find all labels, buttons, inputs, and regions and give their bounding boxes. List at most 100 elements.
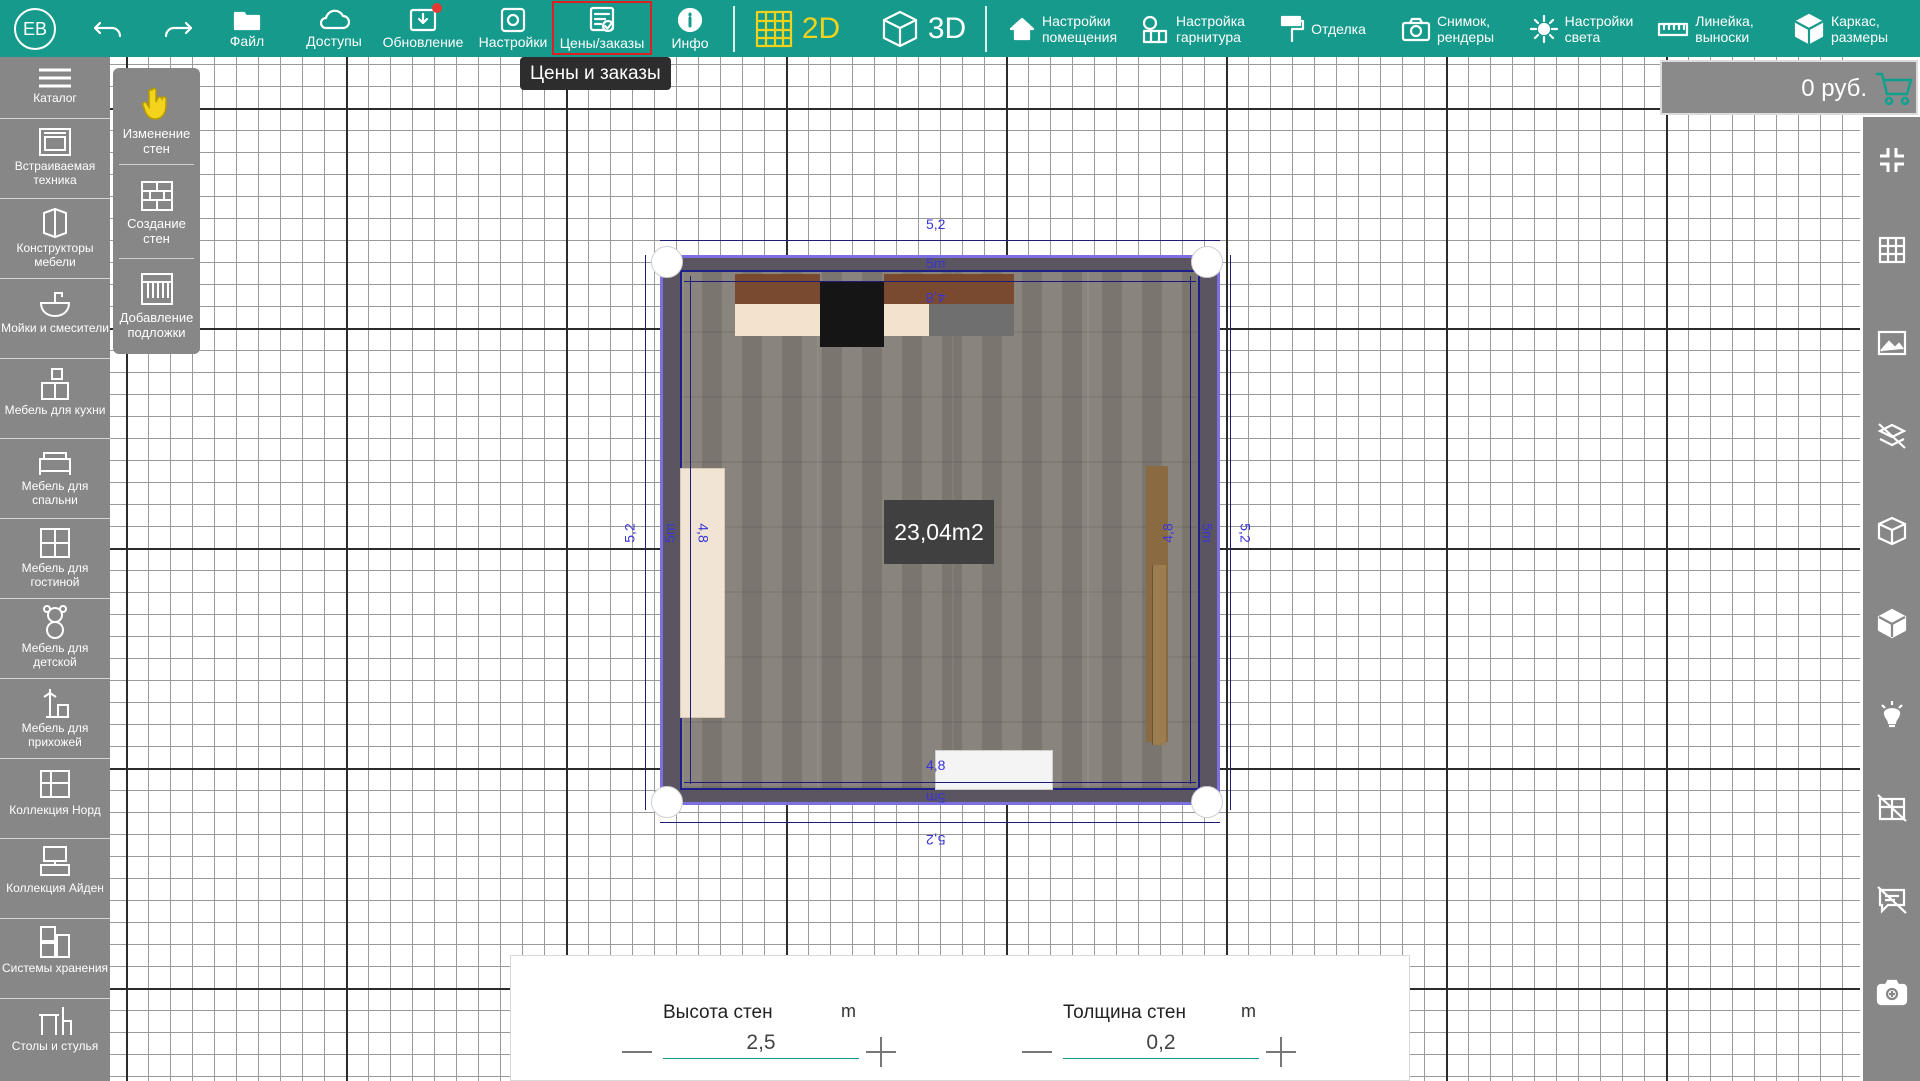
sidebar-item-label: Столы и стулья: [11, 1039, 99, 1053]
wall-height-decrease-button[interactable]: [619, 1034, 655, 1070]
sidebar-item-kids-furniture[interactable]: Мебель для детской: [0, 599, 110, 679]
sidebar-item-storage-systems[interactable]: Системы хранения: [0, 919, 110, 999]
dimension-inner-top: 4,8: [926, 290, 946, 306]
sidebar-item-nord-collection[interactable]: Коллекция Норд: [0, 759, 110, 839]
settings-button[interactable]: Настройки: [476, 0, 550, 57]
update-label: Обновление: [382, 34, 464, 50]
undo-button[interactable]: [88, 0, 128, 57]
kitchen-cabinet[interactable]: [735, 304, 820, 336]
mode-3d-button[interactable]: 3D: [878, 0, 968, 57]
sink-icon: [39, 292, 71, 318]
sidebar-item-label: Мебель для кухни: [4, 403, 106, 417]
wall-height-increase-button[interactable]: [863, 1034, 899, 1070]
home-icon: [1009, 17, 1035, 40]
hide-comments-button[interactable]: [1863, 877, 1920, 923]
inner-top-dimension-line: [684, 281, 1196, 282]
sidebar-item-furniture-builders[interactable]: Конструкторы мебели: [0, 199, 110, 279]
room-settings-button[interactable]: Настройки помещения: [1005, 0, 1120, 57]
cube-icon: [1877, 608, 1906, 639]
mode-2d-button[interactable]: 2D: [752, 0, 842, 57]
oven-icon: [39, 128, 71, 156]
left-wardrobe[interactable]: [680, 468, 725, 718]
hide-floor-icon: [1877, 423, 1906, 449]
sidebar-item-aiden-collection[interactable]: Коллекция Айден: [0, 839, 110, 919]
redo-button[interactable]: [158, 0, 198, 57]
kitchen-upper-cabinet[interactable]: [884, 274, 929, 304]
gear-cabinet-icon: [1142, 15, 1168, 43]
screenshot-button[interactable]: [1863, 969, 1920, 1015]
bottom-furniture[interactable]: [935, 750, 1053, 790]
file-button[interactable]: Файл: [222, 0, 272, 57]
grid-toggle-button[interactable]: [1863, 227, 1920, 273]
wall-thickness-input[interactable]: 0,2: [1063, 1031, 1259, 1059]
kitchen-cabinet[interactable]: [884, 304, 929, 336]
collapse-button[interactable]: [1863, 137, 1920, 183]
snapshot-button[interactable]: Снимок, рендеры: [1395, 0, 1500, 57]
sidebar-item-catalog[interactable]: Каталог: [0, 57, 110, 119]
cube-view-button[interactable]: [1863, 600, 1920, 646]
sidebar-item-tables-chairs[interactable]: Столы и стулья: [0, 999, 110, 1081]
dimension-mid-left: 5m: [661, 523, 678, 543]
sidebar-item-built-in-appliances[interactable]: Встраиваемая техника: [0, 119, 110, 199]
cabinet-icon: [40, 528, 70, 558]
outer-top-dimension-line: [660, 240, 1220, 241]
room-settings-label: Настройки помещения: [1041, 12, 1118, 45]
frame-dimensions-button[interactable]: Каркас, размеры: [1783, 0, 1898, 57]
toolbar-separator: [985, 6, 987, 52]
sidebar-item-bedroom-furniture[interactable]: Мебель для спальни: [0, 439, 110, 519]
wall-thickness-increase-button[interactable]: [1263, 1034, 1299, 1070]
wall-parameters-panel: Высота стен m 2,5 Толщина стен m 0,2: [510, 955, 1410, 1081]
dimension-mid-bottom: 5m: [926, 790, 946, 806]
dimension-outer-bottom: 5,2: [926, 832, 946, 848]
wall-height-unit: m: [841, 1001, 856, 1021]
sidebar-item-living-room-furniture[interactable]: Мебель для гостиной: [0, 519, 110, 599]
finishing-button[interactable]: Отделка: [1270, 0, 1375, 57]
kitchen-icon: [41, 368, 69, 400]
hide-floor-button[interactable]: [1863, 413, 1920, 459]
background-image-button[interactable]: [1863, 320, 1920, 366]
corner-handle-bottom-left[interactable]: [651, 786, 683, 818]
access-button[interactable]: Доступы: [300, 0, 368, 57]
update-button[interactable]: Обновление: [382, 0, 464, 57]
open-box-button[interactable]: [1863, 507, 1920, 553]
kitchen-stove[interactable]: [820, 282, 884, 347]
hide-walls-button[interactable]: [1863, 785, 1920, 831]
folder-icon: [233, 11, 261, 31]
table-chair-icon: [39, 1007, 72, 1035]
lamp-button[interactable]: [1863, 692, 1920, 738]
prices-orders-tooltip: Цены и заказы: [520, 57, 671, 90]
storage-icon: [40, 926, 70, 958]
sidebar-item-sinks-faucets[interactable]: Мойки и смесители: [0, 279, 110, 359]
info-button[interactable]: Инфо: [668, 0, 712, 57]
shopping-cart-icon[interactable]: [1874, 70, 1914, 106]
kitchen-sink-cabinet[interactable]: [929, 304, 1014, 336]
light-settings-button[interactable]: Настройки света: [1522, 0, 1640, 57]
right-cabinet-drawers[interactable]: [1152, 565, 1166, 745]
box-icon: [1794, 13, 1824, 44]
tool-add-underlay[interactable]: Добавление подложки: [113, 272, 200, 340]
wall-thickness-decrease-button[interactable]: [1019, 1034, 1055, 1070]
info-icon: [677, 7, 703, 33]
corner-handle-bottom-right[interactable]: [1191, 786, 1223, 818]
wall-height-input[interactable]: 2,5: [663, 1031, 859, 1059]
corner-handle-top-right[interactable]: [1191, 246, 1223, 278]
tool-create-walls[interactable]: Создание стен: [113, 180, 200, 246]
undo-icon: [93, 21, 122, 37]
brick-wall-icon: [140, 181, 173, 211]
sidebar-item-hallway-furniture[interactable]: Мебель для прихожей: [0, 679, 110, 759]
sidebar-item-kitchen-furniture[interactable]: Мебель для кухни: [0, 359, 110, 439]
sidebar-item-label: Мебель для прихожей: [21, 721, 89, 749]
gear-icon: [500, 7, 526, 33]
dimension-inner-left: 4,8: [695, 523, 712, 543]
set-settings-button[interactable]: Настройка гарнитура: [1135, 0, 1250, 57]
ruler-button[interactable]: Линейка, выноски: [1653, 0, 1758, 57]
bed-icon: [39, 452, 71, 475]
tool-edit-walls[interactable]: Изменение стен: [113, 86, 200, 156]
price-box[interactable]: 0 руб.: [1660, 60, 1918, 115]
paint-roller-icon: [1281, 15, 1305, 42]
lamp-icon: [1880, 701, 1903, 728]
corner-handle-top-left[interactable]: [651, 246, 683, 278]
frame-dimensions-label: Каркас, размеры: [1830, 12, 1889, 45]
user-avatar[interactable]: EB: [14, 8, 56, 50]
kitchen-upper-cabinet[interactable]: [735, 274, 820, 304]
